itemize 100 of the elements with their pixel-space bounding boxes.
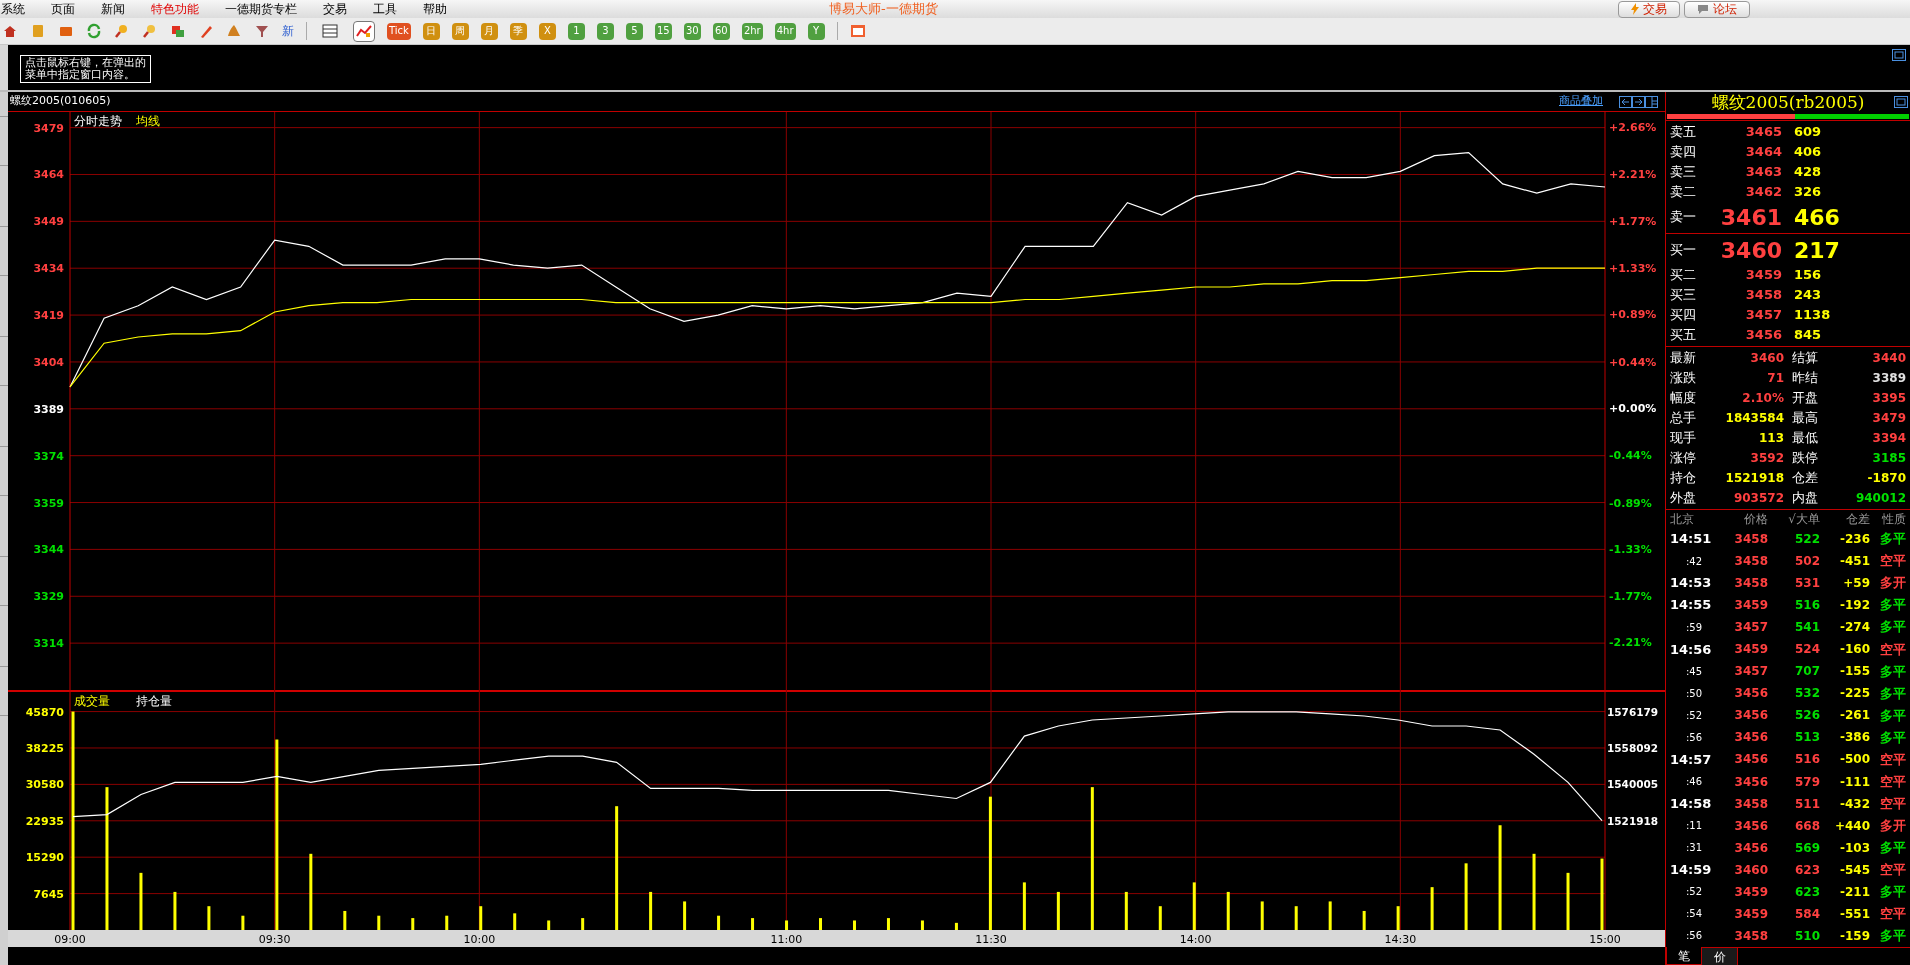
volume-bar [819, 918, 822, 930]
trade-nature: 空平 [1879, 772, 1906, 791]
period-button[interactable]: 4hr [774, 22, 796, 40]
trade-volume: 510 [1793, 927, 1820, 945]
time-label: 14:30 [1384, 933, 1417, 946]
volume-bar [649, 891, 653, 930]
period-button[interactable]: Y [807, 22, 825, 40]
axis-label: +1.33% [1609, 261, 1657, 275]
menu-item[interactable]: 特色功能 [151, 0, 199, 18]
trade-diff: -111 [1838, 773, 1870, 791]
zoom-out-icon[interactable] [142, 23, 158, 39]
menu-item[interactable]: 新闻 [101, 0, 125, 18]
volume-value: 326 [1794, 183, 1822, 202]
house-icon[interactable] [2, 23, 18, 39]
period-button[interactable]: 60 [712, 22, 730, 40]
axis-label: 3344 [33, 543, 64, 557]
axis-label: 3404 [33, 355, 64, 369]
trade-time: 14:58 [1670, 794, 1713, 813]
trade-volume: 513 [1793, 729, 1820, 747]
volume-bar [1192, 882, 1196, 930]
stat-label: 外盘 [1670, 489, 1696, 508]
filter-icon[interactable] [254, 23, 270, 39]
list-tab[interactable]: 笔 [1666, 947, 1702, 965]
trade-diff: -103 [1838, 839, 1870, 857]
maximize-icon[interactable] [1892, 49, 1906, 61]
trade-button[interactable]: 交易 [1618, 0, 1680, 18]
level-label: 买五 [1669, 326, 1697, 345]
menu-item[interactable]: 页面 [51, 0, 75, 18]
column-header: 北京 [1670, 511, 1695, 528]
column-header: 性质 [1881, 511, 1906, 528]
time-label: 14:00 [1179, 933, 1212, 946]
volume-bar [1566, 872, 1570, 930]
axis-label: 22935 [25, 814, 64, 828]
trade-diff: -432 [1838, 795, 1870, 813]
menu-item[interactable]: 一德期货专栏 [225, 0, 297, 18]
trade-volume: 668 [1793, 817, 1820, 835]
period-button[interactable]: 1 [567, 22, 585, 40]
volume-bar [1600, 858, 1604, 930]
trade-time: :45 [1685, 664, 1704, 679]
maximize-icon[interactable] [1894, 96, 1908, 108]
menu-item[interactable]: 帮助 [423, 0, 447, 18]
trade-diff: -451 [1838, 553, 1870, 571]
trade-volume: 532 [1793, 685, 1820, 703]
trade-diff: -261 [1838, 707, 1870, 725]
zoom-in-icon[interactable] [114, 23, 130, 39]
overlay-link[interactable]: 商品叠加 [1559, 93, 1603, 110]
windows-icon[interactable] [170, 23, 186, 39]
period-button[interactable]: Tick [387, 22, 411, 40]
refresh-icon[interactable] [86, 23, 102, 39]
period-button[interactable]: 30 [683, 22, 701, 40]
menu-item[interactable]: 工具 [373, 0, 397, 18]
forum-button[interactable]: 论坛 [1684, 0, 1750, 18]
volume-bar [445, 915, 449, 930]
stat-label: 结算 [1792, 349, 1818, 368]
period-button[interactable]: 2hr [741, 22, 763, 40]
stat-value: 3460 [1750, 350, 1784, 367]
volume-bar [785, 920, 789, 930]
pencil-icon[interactable] [198, 23, 214, 39]
list-tab[interactable]: 价 [1702, 948, 1738, 965]
trade-volume: 569 [1793, 839, 1820, 857]
trade-price: 3458 [1733, 795, 1768, 813]
period-button[interactable]: 季 [509, 22, 527, 40]
period-button[interactable]: 月 [480, 22, 498, 40]
trade-time: 14:53 [1670, 574, 1713, 593]
period-button[interactable]: X [538, 22, 556, 40]
axis-label: 3314 [33, 637, 64, 651]
trade-nature: 多平 [1879, 596, 1906, 615]
volume-bar [241, 915, 245, 930]
trade-time: :50 [1685, 686, 1704, 701]
price-value: 3465 [1744, 123, 1782, 142]
navigation-icons[interactable] [1619, 95, 1659, 108]
period-button[interactable]: 15 [654, 22, 672, 40]
volume-value: 243 [1794, 286, 1822, 305]
stat-label: 最新 [1670, 349, 1696, 368]
menu-item[interactable]: 交易 [323, 0, 347, 18]
axis-label: 45870 [25, 705, 64, 719]
trade-diff: -551 [1838, 905, 1870, 923]
stat-value: 3185 [1872, 450, 1906, 467]
menu-item[interactable]: 系统 [1, 0, 25, 18]
trade-time: :54 [1685, 907, 1704, 922]
period-button[interactable]: 日 [422, 22, 440, 40]
trade-time: :52 [1685, 885, 1704, 900]
trade-nature: 空平 [1879, 905, 1906, 924]
period-button[interactable]: 周 [451, 22, 469, 40]
period-button[interactable]: 3 [596, 22, 614, 40]
stat-label: 昨结 [1792, 369, 1818, 388]
stat-value: -1870 [1867, 470, 1906, 487]
time-label: 11:30 [975, 933, 1007, 946]
trade-nature: 多开 [1879, 816, 1906, 835]
trade-time: :46 [1685, 775, 1704, 790]
period-button[interactable]: 5 [625, 22, 643, 40]
chart-view-button[interactable] [353, 20, 375, 42]
level-label: 买四 [1669, 306, 1697, 325]
axis-label: -0.89% [1609, 496, 1652, 510]
time-label: 09:30 [258, 933, 291, 946]
trade-nature: 空平 [1879, 860, 1906, 879]
window-icon[interactable] [849, 23, 866, 39]
stat-label: 开盘 [1792, 389, 1818, 408]
column-header: √大单 [1787, 511, 1820, 528]
news-button[interactable]: 新 [282, 22, 294, 40]
